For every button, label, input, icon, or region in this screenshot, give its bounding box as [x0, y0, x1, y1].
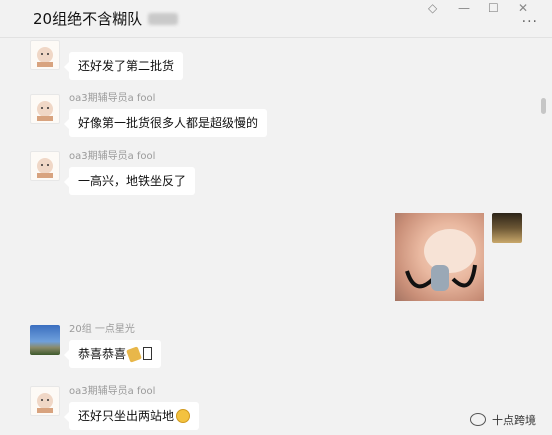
- close-icon[interactable]: ✕: [518, 2, 528, 14]
- chat-title-text: 20组绝不含糊队: [33, 10, 143, 28]
- message-bubble[interactable]: 还好发了第二批货: [63, 52, 184, 80]
- avatar[interactable]: [30, 94, 60, 124]
- pig-avatar-icon: [37, 101, 53, 121]
- avatar[interactable]: [30, 40, 60, 70]
- sky-avatar[interactable]: [30, 325, 60, 355]
- message-bubble[interactable]: 还好只坐出两站地: [63, 402, 200, 430]
- laughing-pig-sticker[interactable]: [395, 213, 484, 301]
- message-bubble[interactable]: 一高兴，地铁坐反了: [63, 167, 196, 195]
- chat-title: 20组绝不含糊队: [33, 8, 179, 29]
- message-text: 还好只坐出两站地: [78, 409, 175, 423]
- self-avatar[interactable]: [492, 213, 522, 243]
- blurred-title-suffix: [148, 13, 179, 25]
- pig-avatar-icon: [37, 158, 53, 178]
- message-text: 恭喜恭喜: [78, 347, 127, 361]
- crying-face-icon: [176, 409, 191, 423]
- more-options-icon[interactable]: ···: [522, 14, 538, 30]
- message-bubble[interactable]: 好像第一批货很多人都是超级慢的: [63, 109, 268, 137]
- sender-name: oa3期辅导员a fool: [69, 151, 156, 162]
- sender-name: 20组 一点星光: [69, 324, 135, 335]
- pig-avatar-icon: [37, 47, 53, 67]
- sender-name: oa3期辅导员a fool: [69, 386, 156, 397]
- message-bubble[interactable]: 恭喜恭喜: [63, 340, 162, 368]
- maximize-icon[interactable]: ☐: [488, 2, 499, 14]
- watermark-text: 十点跨境: [492, 414, 536, 427]
- message-text: 还好发了第二批货: [78, 59, 175, 73]
- sticker-image: [405, 229, 477, 291]
- party-popper-icon: [126, 346, 142, 363]
- title-bar: 20组绝不含糊队 ◇ — ☐ ✕ ···: [0, 0, 552, 38]
- scrollbar[interactable]: [541, 98, 546, 114]
- message-text: 一高兴，地铁坐反了: [78, 174, 187, 188]
- message-list[interactable]: 还好发了第二批货 oa3期辅导员a fool 好像第一批货很多人都是超级慢的 o…: [0, 38, 552, 435]
- watermark: 十点跨境: [470, 412, 536, 428]
- message-text: 好像第一批货很多人都是超级慢的: [78, 116, 259, 130]
- avatar[interactable]: [30, 151, 60, 181]
- pig-avatar-icon: [37, 393, 53, 413]
- avatar[interactable]: [30, 386, 60, 416]
- unknown-glyph-box: [143, 347, 153, 360]
- pin-icon[interactable]: ◇: [428, 2, 437, 14]
- sender-name: oa3期辅导员a fool: [69, 93, 156, 104]
- minimize-icon[interactable]: —: [458, 2, 470, 14]
- wechat-icon: [470, 413, 486, 426]
